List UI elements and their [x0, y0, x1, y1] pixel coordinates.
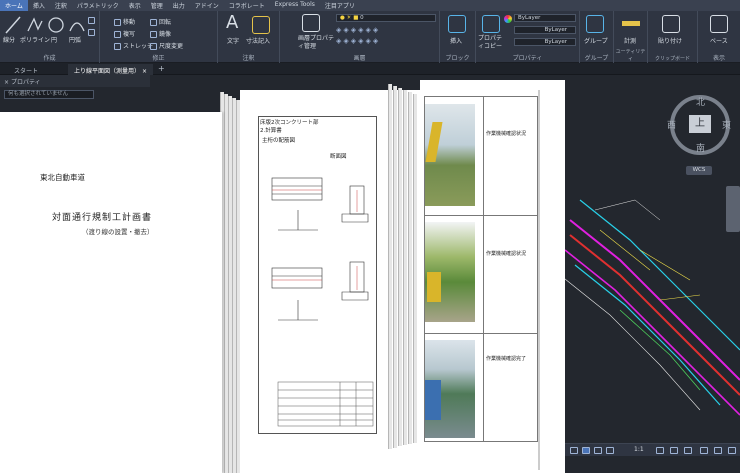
- page-edge: [403, 90, 407, 445]
- page-edge: [408, 92, 412, 444]
- page-edge: [413, 94, 417, 443]
- page-edge: [232, 98, 236, 473]
- table-divider: [425, 333, 537, 334]
- photo-construction-site: [425, 104, 475, 206]
- photo-construction-site: [425, 340, 475, 438]
- photo-caption: 作業機械確認完了: [486, 356, 527, 362]
- drawing-heading: 2.計算書: [260, 128, 282, 134]
- crane-shape: [427, 272, 441, 302]
- page-edge: [224, 94, 228, 473]
- structural-drawing: [271, 177, 374, 427]
- page-edge: [228, 96, 232, 473]
- photo-caption: 作業機械確認状況: [486, 131, 527, 137]
- photo-construction-site: [425, 222, 475, 322]
- cover-subtitle: （渡り線の設置・撤去）: [82, 228, 154, 236]
- crane-shape: [425, 122, 443, 162]
- photo-caption: 作業機械確認状況: [486, 251, 527, 257]
- table-divider: [425, 215, 537, 216]
- page-edge: [398, 88, 402, 446]
- cover-organization: 東北自動車道: [40, 173, 85, 182]
- table-divider: [483, 97, 484, 441]
- page-edge: [393, 86, 397, 448]
- page-edge: [236, 100, 240, 473]
- page-edge: [388, 84, 392, 449]
- inspection-table: [277, 381, 374, 427]
- page-fold-edge: [538, 90, 540, 470]
- cover-title: 対面通行規制工計画書: [52, 213, 153, 223]
- bridge-pier-shape: [425, 380, 441, 420]
- document-stack: 作業機械確認状況 作業機械確認状況 作業機械確認完了 床版2次コンクリート部 2…: [0, 0, 740, 473]
- drawing-heading: 床版2次コンクリート部: [260, 120, 319, 126]
- cover-page: [0, 112, 222, 473]
- drawing-heading: 主桁の配筋図: [262, 138, 296, 144]
